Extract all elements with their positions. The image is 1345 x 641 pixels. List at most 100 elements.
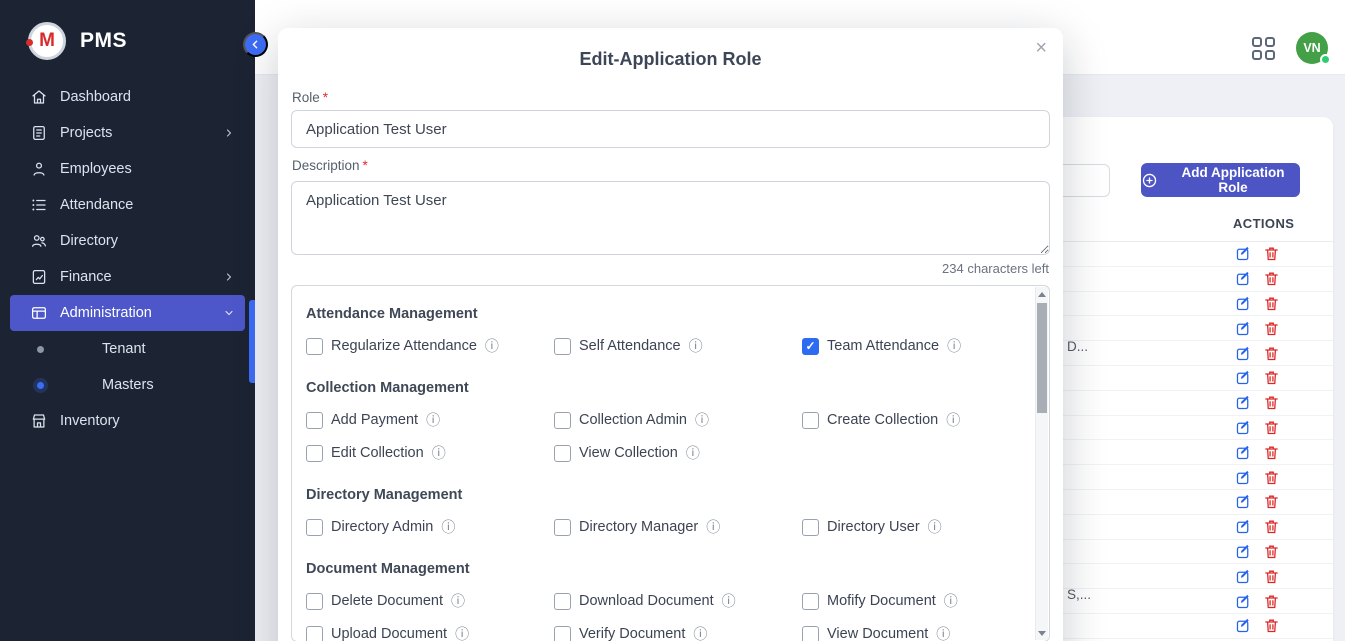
sidebar-item-attendance[interactable]: Attendance <box>10 187 245 223</box>
permission-option[interactable]: Self Attendance <box>554 336 802 356</box>
permission-option[interactable]: Upload Document <box>306 624 554 641</box>
edit-icon[interactable] <box>1235 593 1252 610</box>
info-icon[interactable] <box>451 591 465 611</box>
permission-option[interactable]: View Collection <box>554 443 802 463</box>
delete-icon[interactable] <box>1263 320 1280 337</box>
avatar[interactable]: VN <box>1296 32 1328 64</box>
sidebar-scroll-indicator[interactable] <box>249 300 255 383</box>
permission-option[interactable]: Verify Document <box>554 624 802 641</box>
delete-icon[interactable] <box>1263 469 1280 486</box>
close-icon[interactable]: × <box>1035 38 1047 58</box>
edit-icon[interactable] <box>1235 345 1252 362</box>
delete-icon[interactable] <box>1263 444 1280 461</box>
delete-icon[interactable] <box>1263 295 1280 312</box>
delete-icon[interactable] <box>1263 568 1280 585</box>
checkbox[interactable] <box>306 519 323 536</box>
permission-option[interactable]: Directory Manager <box>554 517 802 537</box>
delete-icon[interactable] <box>1263 245 1280 262</box>
edit-icon[interactable] <box>1235 320 1252 337</box>
permission-option[interactable]: Directory Admin <box>306 517 554 537</box>
permission-option[interactable]: Delete Document <box>306 591 554 611</box>
checkbox[interactable] <box>306 445 323 462</box>
info-icon[interactable] <box>441 517 455 537</box>
permission-option[interactable]: View Document <box>802 624 1015 641</box>
checkbox[interactable] <box>306 626 323 641</box>
checkbox[interactable] <box>554 445 571 462</box>
edit-icon[interactable] <box>1235 394 1252 411</box>
description-textarea[interactable]: Application Test User <box>291 181 1050 255</box>
delete-icon[interactable] <box>1263 518 1280 535</box>
delete-icon[interactable] <box>1263 593 1280 610</box>
checkbox[interactable] <box>554 338 571 355</box>
edit-icon[interactable] <box>1235 493 1252 510</box>
info-icon[interactable] <box>936 624 950 641</box>
permission-option[interactable]: Edit Collection <box>306 443 554 463</box>
panel-scrollbar[interactable] <box>1035 287 1048 640</box>
checkbox[interactable] <box>802 626 819 641</box>
info-icon[interactable] <box>485 336 499 356</box>
edit-icon[interactable] <box>1235 245 1252 262</box>
role-input[interactable] <box>291 110 1050 148</box>
edit-icon[interactable] <box>1235 518 1252 535</box>
checkbox[interactable] <box>554 412 571 429</box>
info-icon[interactable] <box>432 443 446 463</box>
sidebar-item-employees[interactable]: Employees <box>10 151 245 187</box>
delete-icon[interactable] <box>1263 345 1280 362</box>
info-icon[interactable] <box>944 591 958 611</box>
info-icon[interactable] <box>722 591 736 611</box>
info-icon[interactable] <box>946 410 960 430</box>
checkbox[interactable] <box>306 593 323 610</box>
permission-option[interactable]: Mofify Document <box>802 591 1015 611</box>
edit-icon[interactable] <box>1235 543 1252 560</box>
checkbox[interactable] <box>802 338 819 355</box>
checkbox[interactable] <box>554 519 571 536</box>
delete-icon[interactable] <box>1263 369 1280 386</box>
edit-icon[interactable] <box>1235 295 1252 312</box>
permission-option[interactable]: Directory User <box>802 517 1015 537</box>
edit-icon[interactable] <box>1235 270 1252 287</box>
sidebar-item-directory[interactable]: Directory <box>10 223 245 259</box>
checkbox[interactable] <box>802 519 819 536</box>
delete-icon[interactable] <box>1263 543 1280 560</box>
permission-option[interactable]: Team Attendance <box>802 336 1015 356</box>
scroll-down-icon[interactable] <box>1036 626 1048 640</box>
sidebar-item-administration[interactable]: Administration <box>10 295 245 331</box>
checkbox[interactable] <box>802 412 819 429</box>
edit-icon[interactable] <box>1235 419 1252 436</box>
sidebar-collapse-button[interactable] <box>243 32 268 57</box>
scrollbar-thumb[interactable] <box>1037 303 1047 413</box>
permission-option[interactable]: Create Collection <box>802 410 1015 430</box>
sidebar-item-dashboard[interactable]: Dashboard <box>10 79 245 115</box>
info-icon[interactable] <box>693 624 707 641</box>
checkbox[interactable] <box>306 412 323 429</box>
info-icon[interactable] <box>686 443 700 463</box>
permission-option[interactable]: Regularize Attendance <box>306 336 554 356</box>
edit-icon[interactable] <box>1235 469 1252 486</box>
edit-icon[interactable] <box>1235 617 1252 634</box>
edit-icon[interactable] <box>1235 369 1252 386</box>
info-icon[interactable] <box>706 517 720 537</box>
delete-icon[interactable] <box>1263 493 1280 510</box>
sidebar-item-inventory[interactable]: Inventory <box>10 403 245 439</box>
checkbox[interactable] <box>802 593 819 610</box>
delete-icon[interactable] <box>1263 617 1280 634</box>
info-icon[interactable] <box>455 624 469 641</box>
apps-grid-icon[interactable] <box>1252 37 1275 60</box>
info-icon[interactable] <box>928 517 942 537</box>
info-icon[interactable] <box>947 336 961 356</box>
scroll-up-icon[interactable] <box>1036 287 1048 301</box>
delete-icon[interactable] <box>1263 270 1280 287</box>
permission-option[interactable]: Collection Admin <box>554 410 802 430</box>
delete-icon[interactable] <box>1263 419 1280 436</box>
edit-icon[interactable] <box>1235 444 1252 461</box>
edit-icon[interactable] <box>1235 568 1252 585</box>
info-icon[interactable] <box>689 336 703 356</box>
permission-option[interactable]: Download Document <box>554 591 802 611</box>
permission-option[interactable]: Add Payment <box>306 410 554 430</box>
sidebar-item-tenant[interactable]: Tenant <box>10 331 245 367</box>
add-application-role-button[interactable]: Add Application Role <box>1141 163 1300 197</box>
info-icon[interactable] <box>426 410 440 430</box>
checkbox[interactable] <box>306 338 323 355</box>
checkbox[interactable] <box>554 593 571 610</box>
sidebar-item-projects[interactable]: Projects <box>10 115 245 151</box>
